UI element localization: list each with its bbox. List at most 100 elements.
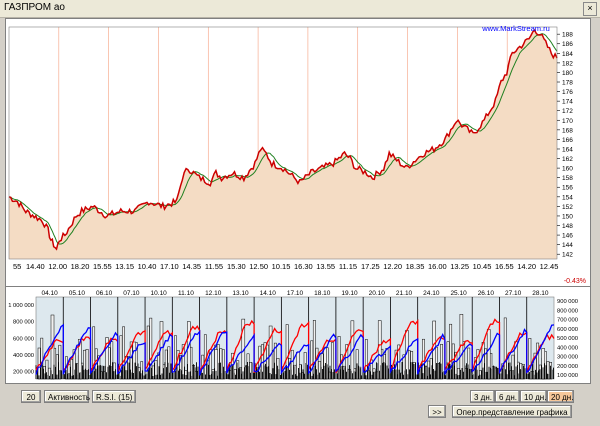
y-tick-label: 148: [562, 223, 573, 230]
volume-y-label-right: 600 000: [557, 327, 578, 333]
x-tick-label: 18.35: [406, 262, 425, 271]
volume-date-label: 05.10: [69, 290, 86, 297]
close-icon[interactable]: ×: [583, 2, 597, 16]
y-tick-label: 170: [562, 118, 573, 125]
y-tick-label: 160: [562, 166, 573, 173]
volume-date-label: 11.10: [178, 290, 194, 297]
volume-y-label-right: 100 000: [557, 373, 578, 379]
x-tick-label: 15.30: [227, 262, 246, 271]
volume-date-label: 04.10: [41, 290, 58, 297]
price-chart[interactable]: 188 186 184 182 180 178 176 174 172 170 168 166 164 1…: [5, 18, 591, 287]
volume-date-label: 28.10: [532, 290, 549, 297]
volume-date-label: 19.10: [341, 290, 358, 297]
x-tick-label: 14.35: [182, 262, 201, 271]
y-tick-label: 162: [562, 156, 573, 163]
title-bar: ГАЗПРОМ ао ×: [0, 0, 600, 18]
x-tick-label: 10.15: [272, 262, 291, 271]
volume-date-label: 26.10: [478, 290, 495, 297]
x-tick-label: 17.10: [160, 262, 179, 271]
volume-date-label: 06.10: [96, 290, 113, 297]
rsi-button[interactable]: R.S.I. (15): [92, 390, 136, 403]
volume-date-label: 07.10: [123, 290, 140, 297]
x-tick-label: 16.55: [495, 262, 514, 271]
y-tick-label: 180: [562, 70, 573, 77]
window-title: ГАЗПРОМ ао: [4, 2, 65, 13]
y-tick-label: 158: [562, 175, 573, 182]
volume-y-label-right: 700 000: [557, 318, 578, 324]
x-tick-label: 15.55: [93, 262, 112, 271]
volume-date-label: 13.10: [232, 290, 249, 297]
next-arrow-button[interactable]: >>: [428, 405, 446, 418]
range-20-days-button[interactable]: 20 дн.: [547, 390, 574, 403]
price-chart-canvas: 188 186 184 182 180 178 176 174 172 170 168 166 164 1…: [8, 24, 586, 285]
volume-date-label: 18.10: [314, 290, 331, 297]
x-tick-label: 12.50: [249, 262, 268, 271]
y-tick-label: 176: [562, 89, 573, 96]
y-tick-label: 168: [562, 127, 573, 134]
volume-chart[interactable]: 04.10 05.10 06.10 07.10 10.10 11.10 12.10 13.10…: [5, 286, 591, 384]
volume-y-label-right: 400 000: [557, 345, 578, 351]
x-tick-label: 13.25: [450, 262, 469, 271]
y-tick-label: 164: [562, 146, 573, 153]
period-field[interactable]: 20: [21, 390, 41, 403]
volume-y-label-left: 800 000: [13, 320, 34, 326]
y-tick-label: 144: [562, 242, 573, 249]
x-tick-label: 13.55: [316, 262, 335, 271]
x-tick-label: 18.20: [71, 262, 90, 271]
operational-view-button[interactable]: Опер.представление графика: [452, 405, 572, 418]
x-tick-label: 13.15: [115, 262, 134, 271]
range-10-days-button[interactable]: 10 дн.: [520, 390, 547, 403]
x-tick-label: 55: [13, 262, 21, 271]
volume-date-label: 21.10: [396, 290, 413, 297]
price-change-label: -0.43%: [564, 278, 586, 285]
volume-y-label-right: 200 000: [557, 364, 578, 370]
x-tick-label: 14.20: [517, 262, 536, 271]
app-window: ГАЗПРОМ ао × 188 186 184 182 180 178 176 174 172…: [0, 0, 600, 426]
y-tick-label: 142: [562, 252, 573, 259]
y-tick-label: 154: [562, 194, 573, 201]
y-tick-label: 146: [562, 233, 573, 240]
y-tick-label: 182: [562, 60, 573, 67]
y-tick-label: 186: [562, 41, 573, 48]
volume-y-label-left: 200 000: [13, 370, 34, 376]
volume-date-label: 14.10: [260, 290, 277, 297]
range-6-days-button[interactable]: 6 дн.: [495, 390, 520, 403]
volume-date-label: 27.10: [505, 290, 522, 297]
y-tick-label: 156: [562, 185, 573, 192]
activity-button[interactable]: Активность: [44, 390, 90, 403]
volume-y-label-left: 400 000: [13, 353, 34, 359]
x-tick-label: 11.55: [205, 262, 223, 271]
volume-date-label: 17.10: [287, 290, 304, 297]
volume-y-label-right: 900 000: [557, 299, 578, 305]
y-tick-label: 150: [562, 213, 573, 220]
volume-y-label-right: 800 000: [557, 308, 578, 314]
x-tick-label: 16.00: [428, 262, 447, 271]
x-tick-label: 12.45: [540, 262, 559, 271]
range-3-days-button[interactable]: 3 дн.: [470, 390, 495, 403]
y-tick-label: 178: [562, 80, 573, 87]
volume-date-label: 12.10: [205, 290, 222, 297]
volume-y-label-left: 600 000: [13, 336, 34, 342]
volume-date-label: 10.10: [151, 290, 168, 297]
x-tick-label: 16.30: [294, 262, 313, 271]
volume-y-label-right: 500 000: [557, 336, 578, 342]
volume-date-label: 20.10: [369, 290, 386, 297]
y-tick-label: 188: [562, 32, 573, 39]
x-tick-label: 10.45: [473, 262, 492, 271]
watermark-text: www.MarkStream.ru: [481, 24, 550, 33]
volume-y-label-right: 300 000: [557, 355, 578, 361]
volume-bar: [37, 347, 41, 380]
y-tick-label: 174: [562, 99, 573, 106]
price-area: [9, 30, 557, 260]
x-tick-label: 10.40: [138, 262, 157, 271]
x-tick-label: 11.15: [339, 262, 357, 271]
x-tick-label: 14.40: [26, 262, 45, 271]
y-tick-label: 172: [562, 108, 573, 115]
volume-chart-canvas: 04.10 05.10 06.10 07.10 10.10 11.10 12.10 13.10…: [8, 290, 578, 380]
volume-date-label: 24.10: [423, 290, 440, 297]
y-tick-label: 152: [562, 204, 573, 211]
volume-date-label: 25.10: [450, 290, 467, 297]
x-tick-label: 17.25: [361, 262, 380, 271]
x-tick-label: 12.00: [48, 262, 67, 271]
y-tick-label: 166: [562, 137, 573, 144]
